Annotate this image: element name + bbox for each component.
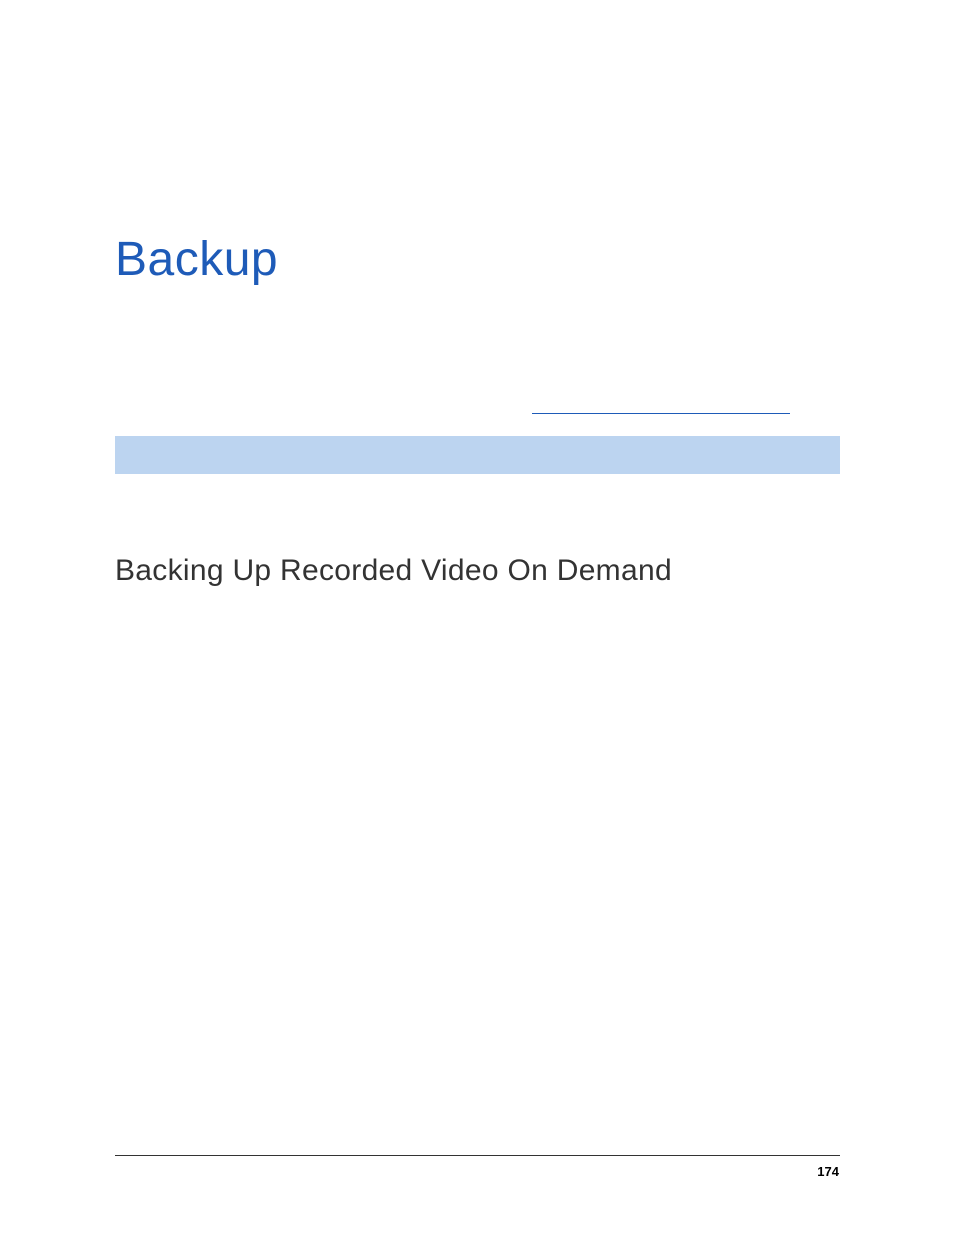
link-underline xyxy=(532,413,790,414)
document-page: Backup Backing Up Recorded Video On Dema… xyxy=(0,0,954,1235)
section-title: Backing Up Recorded Video On Demand xyxy=(115,554,672,588)
highlight-bar xyxy=(115,436,840,474)
page-number: 174 xyxy=(817,1164,839,1179)
chapter-title: Backup xyxy=(115,232,278,287)
footer-divider xyxy=(115,1155,840,1156)
